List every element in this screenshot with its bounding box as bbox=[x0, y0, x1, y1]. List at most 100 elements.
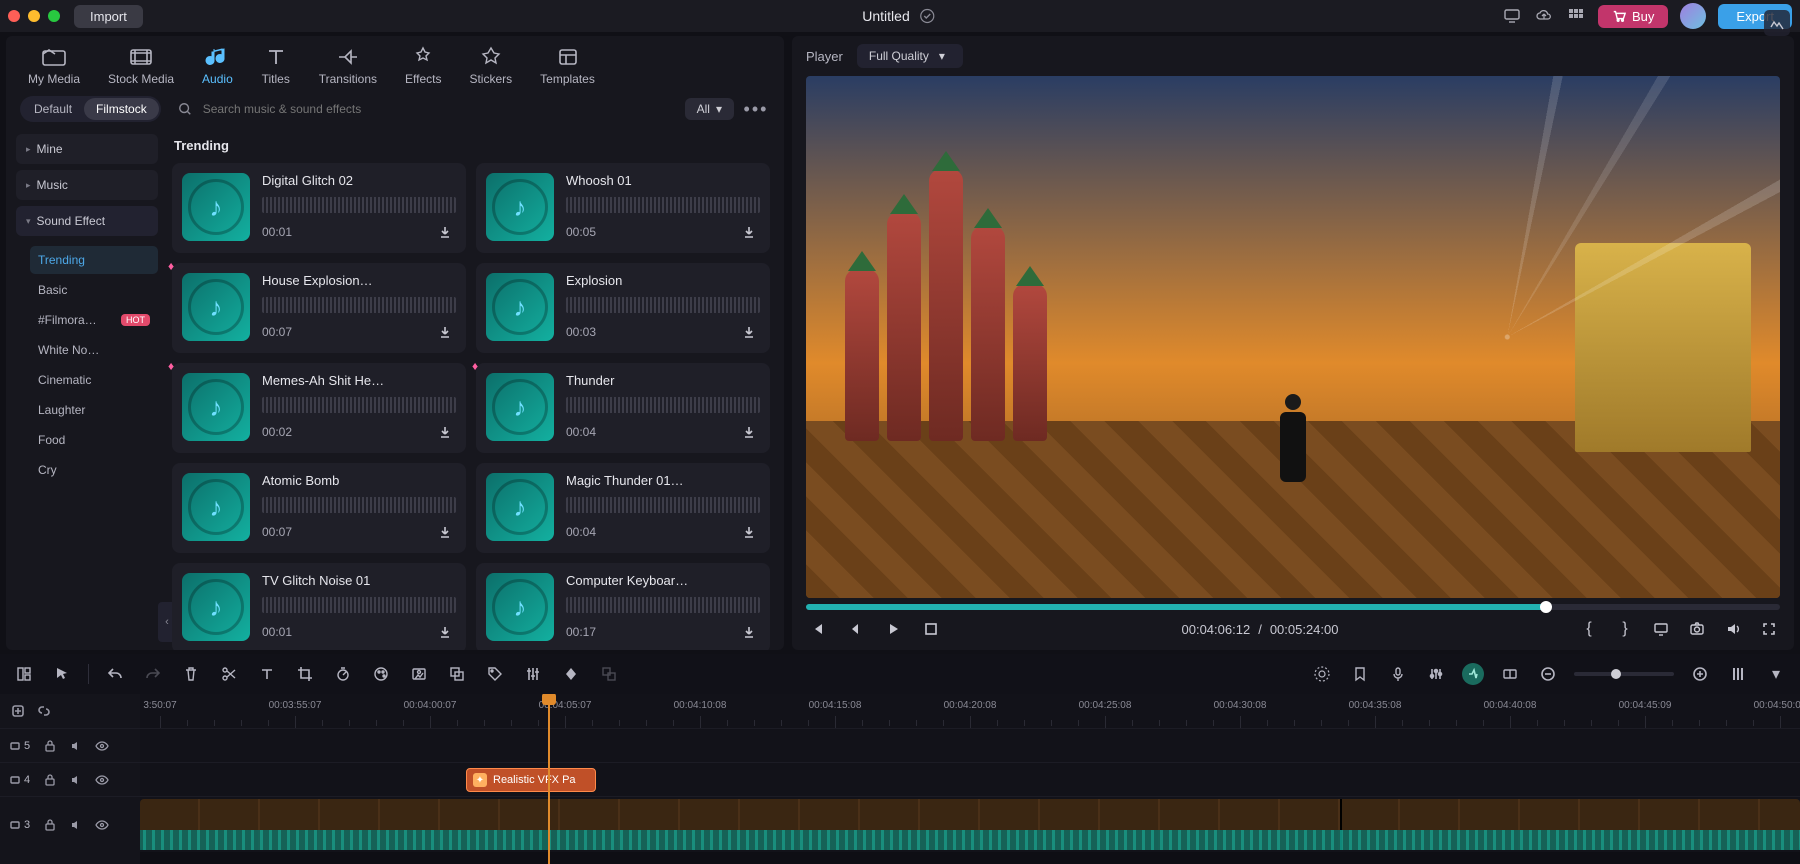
audio-card[interactable]: ♦♪Memes-Ah Shit He…00:02 bbox=[172, 363, 466, 453]
add-track-icon[interactable] bbox=[10, 703, 26, 719]
timeline-tracks-area[interactable]: 3:50:0700:03:55:0700:04:00:0700:04:05:07… bbox=[140, 694, 1800, 864]
audio-card[interactable]: ♪Magic Thunder 01…00:04 bbox=[476, 463, 770, 553]
download-button[interactable] bbox=[434, 421, 456, 443]
mute-track-icon[interactable] bbox=[68, 817, 84, 833]
link-tracks-icon[interactable] bbox=[36, 703, 52, 719]
hide-track-icon[interactable] bbox=[94, 772, 110, 788]
cat-mine[interactable]: ▸Mine bbox=[16, 134, 158, 164]
marker-add-icon[interactable] bbox=[1348, 662, 1372, 686]
undo-button[interactable] bbox=[103, 662, 127, 686]
delete-button[interactable] bbox=[179, 662, 203, 686]
apps-grid-icon[interactable] bbox=[1566, 6, 1586, 26]
mask-tool-icon[interactable] bbox=[445, 662, 469, 686]
download-button[interactable] bbox=[738, 421, 760, 443]
subcat--filmora-[interactable]: #Filmora…HOT bbox=[30, 306, 158, 334]
quality-dropdown[interactable]: Full Quality ▾ bbox=[857, 44, 963, 68]
filter-dropdown[interactable]: All ▾ bbox=[685, 98, 734, 120]
select-tool-icon[interactable] bbox=[50, 662, 74, 686]
download-button[interactable] bbox=[434, 621, 456, 643]
render-preview-icon[interactable] bbox=[1310, 662, 1334, 686]
user-avatar[interactable] bbox=[1680, 3, 1706, 29]
tab-effects[interactable]: Effects bbox=[401, 44, 445, 88]
mute-track-icon[interactable] bbox=[68, 738, 84, 754]
download-button[interactable] bbox=[434, 521, 456, 543]
text-tool-icon[interactable] bbox=[255, 662, 279, 686]
audio-card[interactable]: ♦♪Thunder00:04 bbox=[476, 363, 770, 453]
cat-music[interactable]: ▸Music bbox=[16, 170, 158, 200]
monitor-icon[interactable] bbox=[1502, 6, 1522, 26]
tab-stock-media[interactable]: Stock Media bbox=[104, 44, 178, 88]
subcat-laughter[interactable]: Laughter bbox=[30, 396, 158, 424]
snapshot-button[interactable] bbox=[1686, 618, 1708, 640]
download-button[interactable] bbox=[738, 321, 760, 343]
audio-card[interactable]: ♪Digital Glitch 0200:01 bbox=[172, 163, 466, 253]
pill-default[interactable]: Default bbox=[22, 98, 84, 120]
more-menu-button[interactable]: ••• bbox=[742, 99, 770, 120]
audio-card[interactable]: ♪TV Glitch Noise 0100:01 bbox=[172, 563, 466, 650]
download-button[interactable] bbox=[738, 621, 760, 643]
crop-tool-icon[interactable] bbox=[293, 662, 317, 686]
pill-filmstock[interactable]: Filmstock bbox=[84, 98, 159, 120]
subcat-trending[interactable]: Trending bbox=[30, 246, 158, 274]
voiceover-icon[interactable] bbox=[1386, 662, 1410, 686]
tab-my-media[interactable]: My Media bbox=[24, 44, 84, 88]
prev-frame-button[interactable] bbox=[806, 618, 828, 640]
split-button[interactable] bbox=[217, 662, 241, 686]
snap-icon[interactable] bbox=[1498, 662, 1522, 686]
zoom-slider[interactable] bbox=[1574, 672, 1674, 676]
download-button[interactable] bbox=[434, 221, 456, 243]
play-button[interactable] bbox=[882, 618, 904, 640]
track-4[interactable]: ✦ Realistic VFX Pa bbox=[140, 762, 1800, 796]
audio-card[interactable]: ♪Computer Keyboar…00:17 bbox=[476, 563, 770, 650]
greenscreen-icon[interactable] bbox=[407, 662, 431, 686]
track-3[interactable] bbox=[140, 796, 1800, 852]
subcat-basic[interactable]: Basic bbox=[30, 276, 158, 304]
redo-button[interactable] bbox=[141, 662, 165, 686]
lock-track-icon[interactable] bbox=[42, 738, 58, 754]
tab-transitions[interactable]: Transitions bbox=[315, 44, 381, 88]
keyframe-icon[interactable] bbox=[559, 662, 583, 686]
zoom-out-button[interactable] bbox=[1536, 662, 1560, 686]
zoom-in-button[interactable] bbox=[1688, 662, 1712, 686]
player-progress[interactable] bbox=[806, 604, 1780, 610]
expand-icon[interactable] bbox=[1758, 618, 1780, 640]
mark-in-button[interactable]: { bbox=[1578, 618, 1600, 640]
volume-icon[interactable] bbox=[1722, 618, 1744, 640]
speed-tool-icon[interactable] bbox=[331, 662, 355, 686]
adjust-icon[interactable] bbox=[521, 662, 545, 686]
group-icon[interactable] bbox=[597, 662, 621, 686]
hide-track-icon[interactable] bbox=[94, 817, 110, 833]
tag-icon[interactable] bbox=[483, 662, 507, 686]
timeline-menu-icon[interactable]: ▾ bbox=[1764, 662, 1788, 686]
timeline-ruler[interactable]: 3:50:0700:03:55:0700:04:00:0700:04:05:07… bbox=[140, 694, 1800, 728]
download-button[interactable] bbox=[738, 221, 760, 243]
zoom-fit-icon[interactable] bbox=[1726, 662, 1750, 686]
step-back-button[interactable] bbox=[844, 618, 866, 640]
color-tool-icon[interactable] bbox=[369, 662, 393, 686]
subcat-white-no-[interactable]: White No… bbox=[30, 336, 158, 364]
download-button[interactable] bbox=[434, 321, 456, 343]
mark-out-button[interactable]: } bbox=[1614, 618, 1636, 640]
tab-stickers[interactable]: Stickers bbox=[465, 44, 516, 88]
buy-button[interactable]: Buy bbox=[1598, 5, 1668, 28]
subcat-cry[interactable]: Cry bbox=[30, 456, 158, 484]
cloud-upload-icon[interactable] bbox=[1534, 6, 1554, 26]
lock-track-icon[interactable] bbox=[42, 772, 58, 788]
tab-titles[interactable]: Titles bbox=[257, 44, 295, 88]
layout-icon[interactable] bbox=[12, 662, 36, 686]
video-preview[interactable] bbox=[806, 76, 1780, 598]
mute-track-icon[interactable] bbox=[68, 772, 84, 788]
audio-card[interactable]: ♪Atomic Bomb00:07 bbox=[172, 463, 466, 553]
tab-templates[interactable]: Templates bbox=[536, 44, 599, 88]
subcat-cinematic[interactable]: Cinematic bbox=[30, 366, 158, 394]
fullscreen-monitor-icon[interactable] bbox=[1650, 618, 1672, 640]
video-clip[interactable] bbox=[140, 799, 1800, 850]
effect-clip[interactable]: ✦ Realistic VFX Pa bbox=[466, 768, 596, 792]
hide-track-icon[interactable] bbox=[94, 738, 110, 754]
cat-sound-effect[interactable]: ▾Sound Effect bbox=[16, 206, 158, 236]
playhead[interactable] bbox=[548, 694, 550, 864]
audio-card[interactable]: ♦♪House Explosion…00:07 bbox=[172, 263, 466, 353]
search-input[interactable] bbox=[203, 102, 671, 116]
close-window-icon[interactable] bbox=[8, 10, 20, 22]
import-button[interactable]: Import bbox=[74, 5, 143, 28]
